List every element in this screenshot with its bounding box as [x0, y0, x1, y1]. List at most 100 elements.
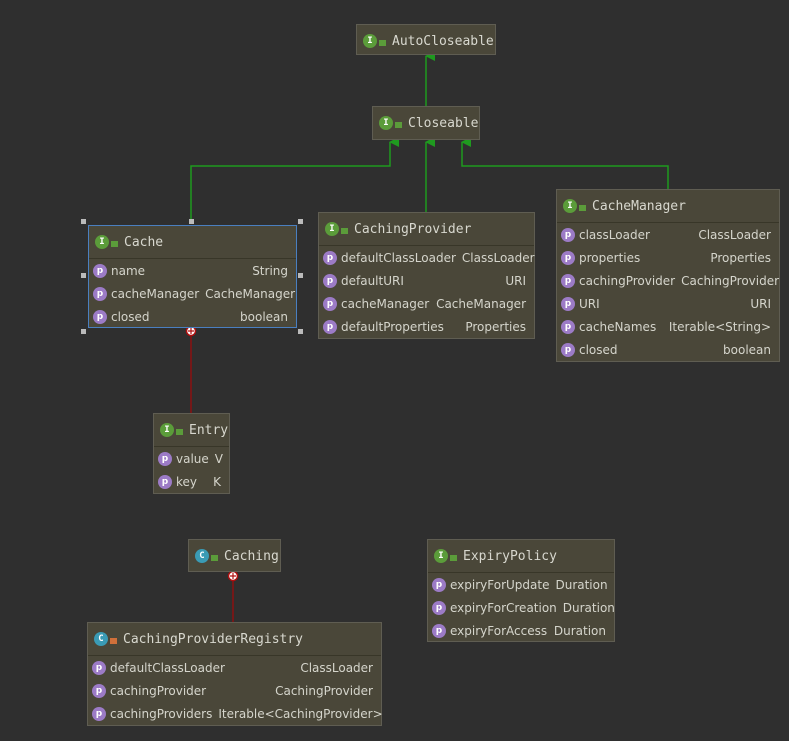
- field-row[interactable]: p value V: [154, 447, 229, 470]
- selection-handle[interactable]: [189, 219, 194, 224]
- field-type: ClassLoader: [300, 660, 373, 675]
- field-name: cacheNames: [579, 319, 657, 334]
- property-icon: p: [158, 474, 172, 489]
- field-name: cachingProvider: [579, 273, 676, 288]
- field-type: Properties: [710, 250, 771, 265]
- field-name: expiryForCreation: [450, 600, 557, 615]
- selection-handle[interactable]: [298, 273, 303, 278]
- field-row[interactable]: p cacheManager CacheManager: [89, 282, 296, 305]
- field-row[interactable]: p cacheManager CacheManager: [319, 292, 534, 315]
- class-node-cachingprovider[interactable]: I CachingProvider p defaultClassLoader Class…: [318, 212, 535, 339]
- field-row[interactable]: p name String: [89, 259, 296, 282]
- class-node-expirypolicy[interactable]: I ExpiryPolicy p expiryForUpdate Duration p ex…: [427, 539, 615, 642]
- property-icon: p: [561, 342, 575, 357]
- property-icon: p: [93, 309, 107, 324]
- property-icon: p: [561, 273, 575, 288]
- interface-icon: I: [434, 549, 448, 563]
- field-row[interactable]: p defaultClassLoader ClassLoader: [88, 656, 381, 679]
- field-name: URI: [579, 296, 600, 311]
- field-type: Duration: [562, 600, 615, 615]
- property-icon: p: [561, 250, 575, 265]
- property-icon: p: [323, 273, 337, 288]
- interface-icon: I: [379, 116, 393, 130]
- private-lock-icon: [110, 638, 117, 644]
- public-lock-icon: [395, 122, 402, 128]
- field-row[interactable]: p expiryForCreation Duration: [428, 596, 615, 619]
- property-icon: p: [93, 286, 107, 301]
- class-node-closeable[interactable]: I Closeable: [372, 106, 480, 140]
- property-icon: p: [432, 623, 446, 638]
- field-type: ClassLoader: [461, 250, 535, 265]
- property-icon: p: [92, 660, 106, 675]
- selection-handle[interactable]: [81, 273, 86, 278]
- property-icon: p: [92, 683, 106, 698]
- field-type: Duration: [555, 577, 608, 592]
- property-icon: p: [432, 577, 446, 592]
- field-name: cachingProvider: [110, 683, 207, 698]
- interface-icon: I: [160, 423, 174, 437]
- edge-cachemanager-closeable: [461, 137, 669, 189]
- selection-handle[interactable]: [298, 219, 303, 224]
- class-name: CachingProvider: [354, 221, 472, 237]
- field-type: boolean: [723, 342, 771, 357]
- class-node-registry[interactable]: C CachingProviderRegistry p defaultClassLoa…: [87, 622, 383, 726]
- class-node-caching[interactable]: C Caching: [188, 539, 281, 572]
- field-type: Duration: [553, 623, 606, 638]
- field-row[interactable]: p properties Properties: [557, 246, 779, 269]
- class-name: CacheManager: [592, 198, 686, 214]
- public-lock-icon: [450, 555, 457, 561]
- class-icon: C: [94, 632, 108, 646]
- field-type: CacheManager: [205, 286, 296, 301]
- class-icon: C: [195, 549, 209, 563]
- selection-handle[interactable]: [298, 329, 303, 334]
- class-header: C Caching: [189, 540, 280, 572]
- field-row[interactable]: p closed boolean: [89, 305, 296, 328]
- selection-handle[interactable]: [81, 219, 86, 224]
- property-icon: p: [323, 250, 337, 265]
- class-node-cachemanager[interactable]: I CacheManager p classLoader ClassLoader p pro…: [556, 189, 780, 362]
- field-row[interactable]: p classLoader ClassLoader: [557, 223, 779, 246]
- field-type: Iterable<String>: [668, 319, 771, 334]
- field-name: defaultProperties: [341, 319, 444, 334]
- class-name: Closeable: [408, 115, 479, 131]
- field-name: cachingProviders: [110, 706, 213, 721]
- public-lock-icon: [379, 40, 386, 46]
- public-lock-icon: [211, 555, 218, 561]
- class-node-entry[interactable]: I Entry p value Vp key K: [153, 413, 230, 494]
- selection-handle[interactable]: [81, 329, 86, 334]
- field-row[interactable]: p defaultProperties Properties: [319, 315, 534, 338]
- field-row[interactable]: p expiryForAccess Duration: [428, 619, 614, 642]
- field-name: value: [176, 451, 209, 466]
- public-lock-icon: [341, 228, 348, 234]
- property-icon: p: [323, 319, 337, 334]
- field-type: Iterable<CachingProvider>: [218, 706, 383, 721]
- field-type: ClassLoader: [698, 227, 771, 242]
- class-node-autocloseable[interactable]: I AutoCloseable: [356, 24, 496, 55]
- field-type: K: [213, 474, 221, 489]
- field-row[interactable]: p defaultClassLoader ClassLoader: [319, 246, 535, 269]
- class-node-cache[interactable]: I Cache p name String p cacheManager CacheManag…: [88, 225, 297, 328]
- field-row[interactable]: p expiryForUpdate Duration: [428, 573, 614, 596]
- field-row[interactable]: p cachingProviders Iterable<CachingProvide…: [88, 702, 383, 725]
- interface-icon: I: [363, 34, 377, 48]
- field-row[interactable]: p defaultURI URI: [319, 269, 534, 292]
- field-row[interactable]: p cacheNames Iterable<String>: [557, 315, 779, 338]
- field-row[interactable]: p closed boolean: [557, 338, 779, 361]
- field-name: key: [176, 474, 198, 489]
- field-row[interactable]: p cachingProvider CachingProvider: [88, 679, 381, 702]
- field-row[interactable]: p key K: [154, 470, 229, 493]
- field-name: expiryForUpdate: [450, 577, 550, 592]
- property-icon: p: [158, 451, 172, 466]
- class-name: ExpiryPolicy: [463, 548, 557, 564]
- property-icon: p: [93, 263, 107, 278]
- field-name: closed: [111, 309, 150, 324]
- field-name: cacheManager: [111, 286, 200, 301]
- field-name: name: [111, 263, 146, 278]
- field-row[interactable]: p URI URI: [557, 292, 779, 315]
- field-type: String: [252, 263, 288, 278]
- field-row[interactable]: p cachingProvider CachingProvider: [557, 269, 779, 292]
- property-icon: p: [432, 600, 446, 615]
- field-name: defaultClassLoader: [341, 250, 456, 265]
- field-name: properties: [579, 250, 641, 265]
- class-header: I ExpiryPolicy: [428, 540, 614, 573]
